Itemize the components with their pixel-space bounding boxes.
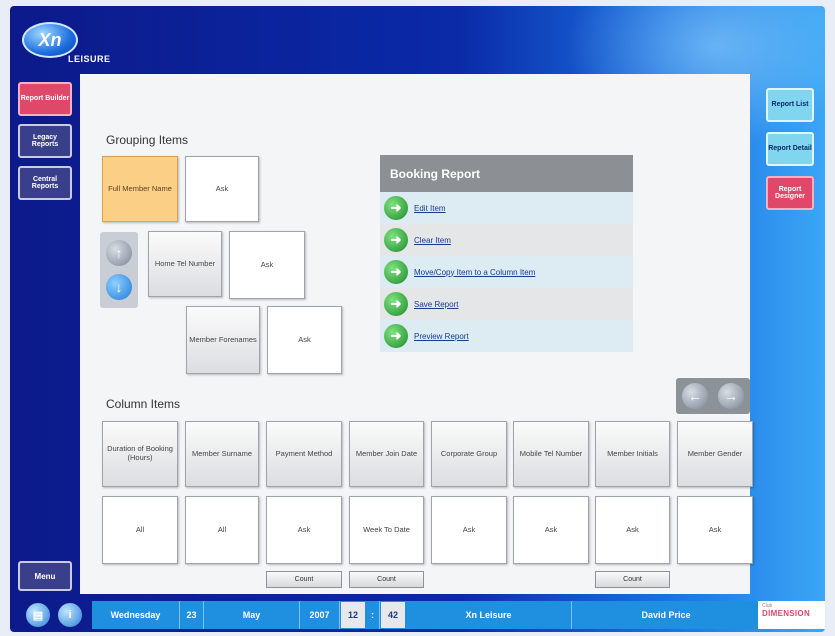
- column-value-1[interactable]: All: [102, 496, 178, 564]
- nav-report-builder[interactable]: Report Builder: [18, 82, 72, 116]
- print-icon[interactable]: ▤: [26, 603, 50, 627]
- arrow-right-icon: ➜: [384, 260, 408, 284]
- grouping-item-1[interactable]: Full Member Name: [102, 156, 178, 222]
- action-label: Save Report: [414, 299, 459, 309]
- column-value-3[interactable]: Ask: [266, 496, 342, 564]
- menu-button[interactable]: Menu: [18, 561, 72, 591]
- arrow-right-icon: ➜: [384, 292, 408, 316]
- action-label: Edit Item: [414, 203, 446, 213]
- column-items-title: Column Items: [106, 397, 181, 411]
- status-date: 23: [180, 601, 204, 629]
- count-button-3[interactable]: Count: [266, 571, 342, 588]
- column-header-7[interactable]: Member Initials: [595, 421, 670, 487]
- brand-big: DIMENSION: [762, 609, 811, 618]
- action-label: Clear Item: [414, 235, 451, 245]
- grouping-value-1[interactable]: Ask: [185, 156, 259, 222]
- column-value-4[interactable]: Week To Date: [349, 496, 424, 564]
- nav-report-detail[interactable]: Report Detail: [766, 132, 814, 166]
- nav-central-reports[interactable]: Central Reports: [18, 166, 72, 200]
- column-value-7[interactable]: Ask: [595, 496, 670, 564]
- column-scroll-controls: ← →: [676, 378, 750, 414]
- status-bar: Wednesday 23 May 2007 12 : 42 Xn Leisure…: [92, 601, 760, 629]
- column-header-1[interactable]: Duration of Booking (Hours): [102, 421, 178, 487]
- column-value-8[interactable]: Ask: [677, 496, 753, 564]
- column-header-4[interactable]: Member Join Date: [349, 421, 424, 487]
- arrow-right-icon: ➜: [384, 196, 408, 220]
- logo-mark: Xn: [22, 22, 78, 58]
- action-clear-item[interactable]: ➜ Clear Item: [380, 224, 633, 256]
- arrow-right-icon: ➜: [384, 324, 408, 348]
- grouping-items-title: Grouping Items: [106, 133, 189, 147]
- grouping-item-3[interactable]: Member Forenames: [186, 306, 260, 374]
- logo-text: LEISURE: [68, 54, 111, 64]
- column-header-6[interactable]: Mobile Tel Number: [513, 421, 589, 487]
- logo: Xn LEISURE: [22, 22, 132, 72]
- nav-legacy-reports[interactable]: Legacy Reports: [18, 124, 72, 158]
- scroll-right-icon[interactable]: →: [718, 383, 744, 409]
- grouping-item-2[interactable]: Home Tel Number: [148, 231, 222, 297]
- column-header-5[interactable]: Corporate Group: [431, 421, 507, 487]
- move-down-icon[interactable]: ↓: [106, 274, 132, 300]
- status-site: Xn Leisure: [406, 601, 572, 629]
- nav-report-list[interactable]: Report List: [766, 88, 814, 122]
- column-header-8[interactable]: Member Gender: [677, 421, 753, 487]
- brand-logo: Club DIMENSION: [758, 601, 825, 629]
- column-value-2[interactable]: All: [185, 496, 259, 564]
- bottom-icons: ▤ i: [26, 601, 90, 629]
- count-button-7[interactable]: Count: [595, 571, 670, 588]
- booking-report-title: Booking Report: [380, 155, 633, 192]
- action-label: Preview Report: [414, 331, 469, 341]
- action-preview-report[interactable]: ➜ Preview Report: [380, 320, 633, 352]
- action-edit-item[interactable]: ➜ Edit Item: [380, 192, 633, 224]
- info-icon[interactable]: i: [58, 603, 82, 627]
- nav-report-designer[interactable]: Report Designer: [766, 176, 814, 210]
- status-month: May: [204, 601, 300, 629]
- column-value-6[interactable]: Ask: [513, 496, 589, 564]
- action-move-copy-item[interactable]: ➜ Move/Copy Item to a Column Item: [380, 256, 633, 288]
- column-header-3[interactable]: Payment Method: [266, 421, 342, 487]
- column-value-5[interactable]: Ask: [431, 496, 507, 564]
- column-header-2[interactable]: Member Surname: [185, 421, 259, 487]
- grouping-value-2[interactable]: Ask: [229, 231, 305, 299]
- status-minute: 42: [380, 601, 406, 629]
- booking-report-panel: Booking Report ➜ Edit Item ➜ Clear Item …: [380, 155, 633, 358]
- status-user: David Price: [641, 610, 691, 620]
- right-nav: Report List Report Detail Report Designe…: [766, 88, 824, 220]
- action-save-report[interactable]: ➜ Save Report: [380, 288, 633, 320]
- status-year: 2007: [300, 601, 340, 629]
- move-up-icon[interactable]: ↑: [106, 240, 132, 266]
- arrow-right-icon: ➜: [384, 228, 408, 252]
- grouping-value-3[interactable]: Ask: [267, 306, 342, 374]
- status-hour: 12: [340, 601, 366, 629]
- status-time-separator: :: [366, 601, 380, 629]
- status-day: Wednesday: [92, 601, 180, 629]
- reorder-controls: ↑ ↓: [100, 232, 138, 308]
- scroll-left-icon[interactable]: ←: [682, 383, 708, 409]
- action-label: Move/Copy Item to a Column Item: [414, 267, 536, 277]
- count-button-4[interactable]: Count: [349, 571, 424, 588]
- left-nav: Report Builder Legacy Reports Central Re…: [18, 82, 76, 208]
